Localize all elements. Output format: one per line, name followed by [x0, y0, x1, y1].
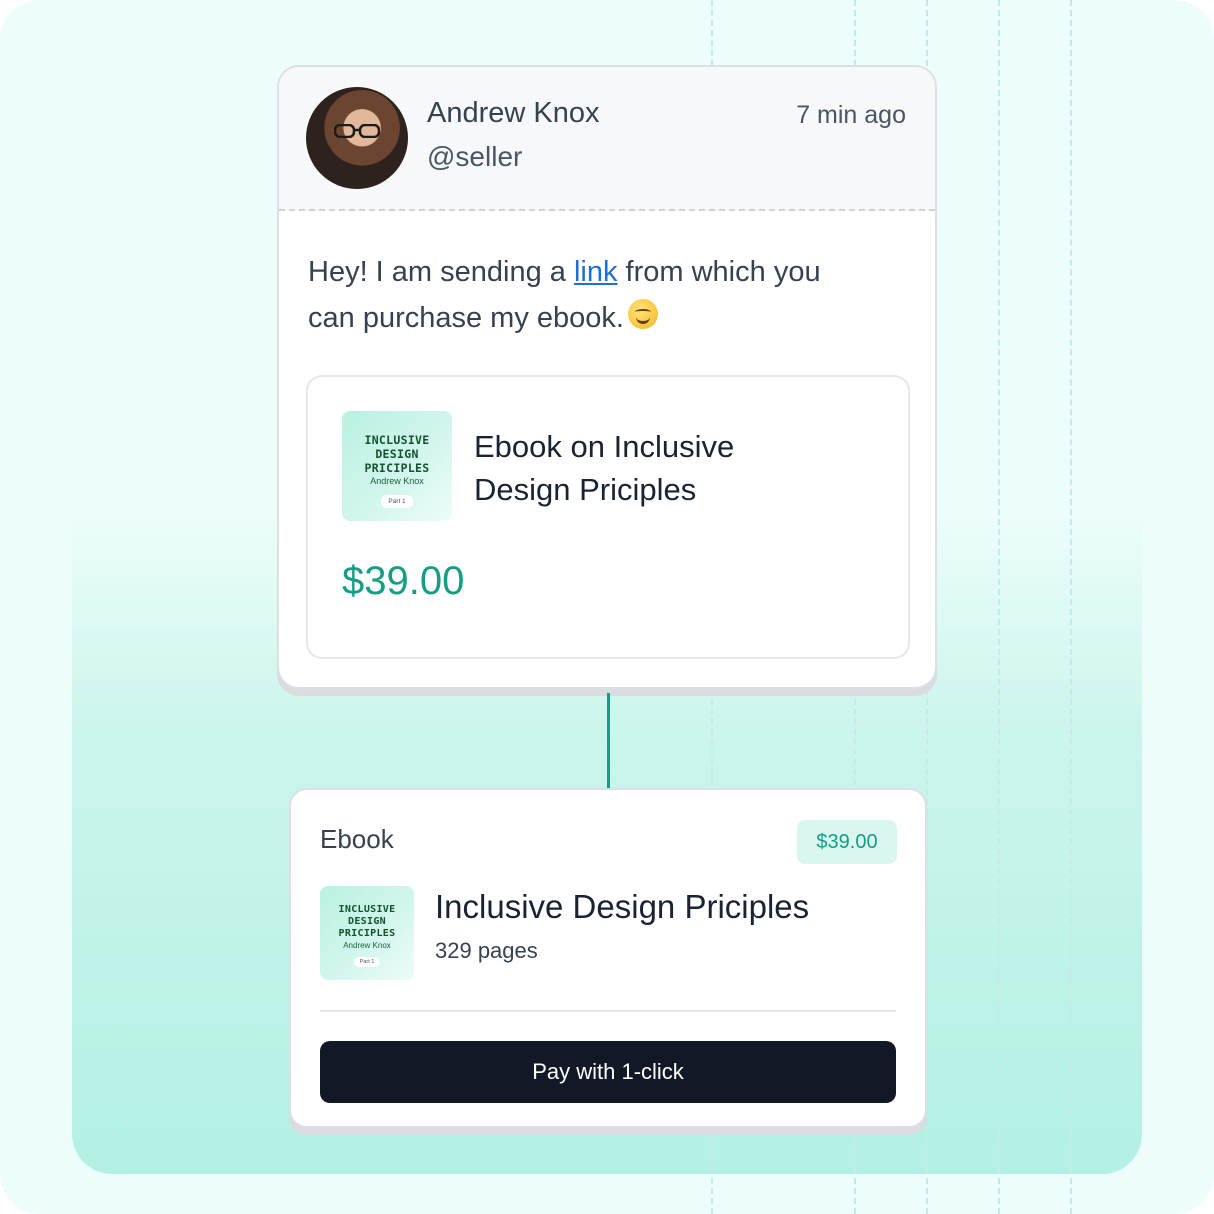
- guide-line: [998, 0, 1000, 1214]
- message-header: Andrew Knox @seller 7 min ago: [279, 67, 935, 211]
- guide-line: [1070, 0, 1072, 1214]
- sender-handle: @seller: [427, 141, 523, 172]
- message-timestamp: 7 min ago: [796, 101, 906, 129]
- page-count: 329 pages: [435, 938, 538, 963]
- avatar[interactable]: [306, 87, 408, 189]
- checkout-card: Ebook $39.00 INCLUSIVE DESIGN PRICIPLES …: [289, 788, 927, 1128]
- cover-author: Andrew Knox: [343, 941, 391, 950]
- cover-title-line: DESIGN: [348, 916, 386, 927]
- divider: [320, 1010, 896, 1012]
- pay-button[interactable]: Pay with 1-click: [320, 1041, 896, 1103]
- connector-line: [607, 693, 610, 788]
- cover-part-badge: Part 1: [353, 957, 381, 967]
- product-title: Ebook on Inclusive Design Priciples: [474, 429, 735, 507]
- message-text-before: Hey! I am sending a: [308, 256, 574, 288]
- message-text: Hey! I am sending a link from which you …: [308, 249, 868, 341]
- message-card: Andrew Knox @seller 7 min ago Hey! I am …: [277, 65, 937, 689]
- checkout-product-title: Inclusive Design Priciples: [435, 888, 810, 925]
- cover-part-badge: Part 1: [381, 495, 413, 508]
- ebook-cover-image: INCLUSIVE DESIGN PRICIPLES Andrew Knox P…: [320, 886, 414, 980]
- cover-title-line: DESIGN: [375, 447, 419, 461]
- cover-author: Andrew Knox: [370, 476, 424, 486]
- price-badge: $39.00: [797, 820, 897, 864]
- cover-title-line: PRICIPLES: [338, 928, 396, 939]
- purchase-link[interactable]: link: [574, 256, 618, 288]
- cover-title-line: INCLUSIVE: [364, 433, 430, 447]
- cover-title-line: PRICIPLES: [364, 461, 430, 475]
- smiling-face-emoji-icon: [627, 299, 658, 329]
- product-preview[interactable]: INCLUSIVE DESIGN PRICIPLES Andrew Knox P…: [306, 375, 910, 659]
- ebook-cover-image: INCLUSIVE DESIGN PRICIPLES Andrew Knox P…: [342, 411, 452, 521]
- sender-name[interactable]: Andrew Knox: [427, 97, 600, 130]
- product-price: $39.00: [342, 559, 465, 603]
- glasses-icon: [334, 124, 380, 138]
- product-type-label: Ebook: [320, 824, 394, 854]
- cover-title-line: INCLUSIVE: [338, 904, 396, 915]
